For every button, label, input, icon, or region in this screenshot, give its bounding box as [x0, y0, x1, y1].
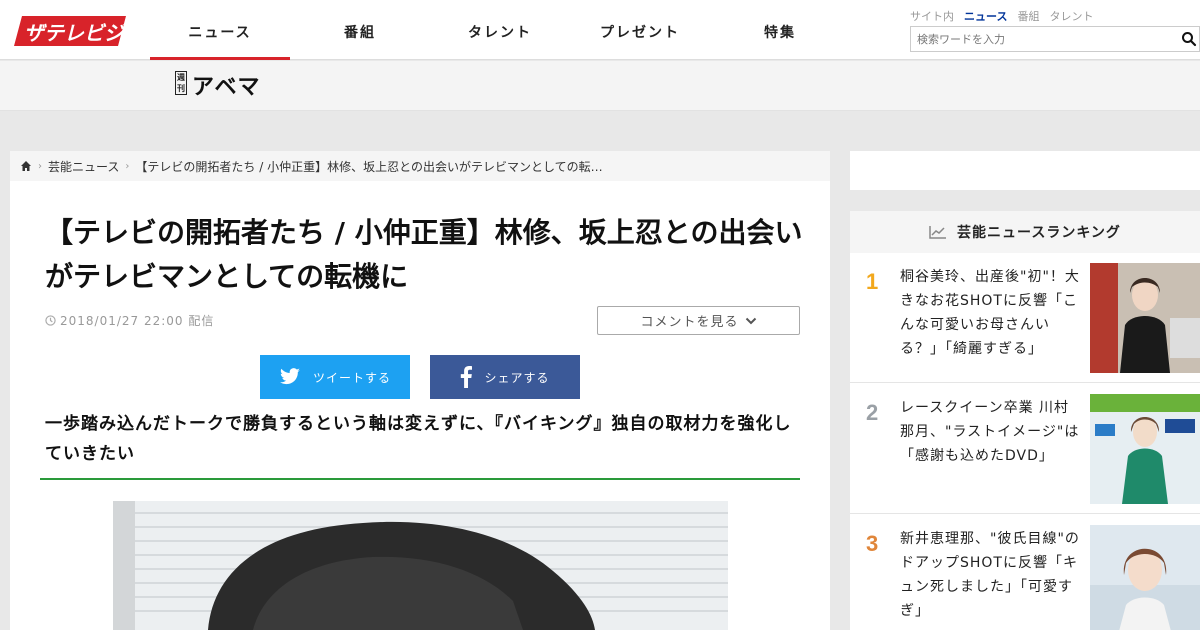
search-scope-tabs: サイト内 ニュース 番組 タレント [910, 8, 1093, 24]
ranking-headline: 新井恵理那、"彼氏目線"のドアップSHOTに反響「キュン死しました」「可愛すぎ」 [900, 531, 1080, 619]
ranking-headline: 桐谷美玲、出産後"初"！大きなお花SHOTに反響「こんな可愛いお母さんいる？」「… [900, 269, 1080, 357]
search-input[interactable] [911, 27, 1171, 51]
ranking-item[interactable]: 2 レースクイーン卒業 川村那月、"ラストイメージ"は「感謝も込めたDVD」 [850, 384, 1200, 514]
feature-banner[interactable]: 週刊 アベマ [0, 61, 1200, 111]
ranking-thumbnail [1090, 394, 1200, 504]
facebook-share-button[interactable]: シェアする [430, 355, 580, 399]
trend-chart-icon [929, 226, 947, 239]
main-nav: ニュース 番組 タレント プレゼント 特集 [150, 0, 850, 60]
chevron-right-icon: › [125, 160, 130, 172]
ad-slot [850, 151, 1200, 190]
view-comments-button[interactable]: コメントを見る [597, 306, 800, 335]
search-icon[interactable] [1181, 31, 1197, 47]
clock-icon [45, 315, 56, 326]
facebook-share-label: シェアする [484, 370, 550, 385]
rank-number: 2 [866, 400, 879, 425]
rank-number: 3 [866, 531, 879, 556]
facebook-f-icon [461, 366, 473, 388]
tweet-button[interactable]: ツイートする [260, 355, 410, 399]
search-tab-programs[interactable]: 番組 [1017, 8, 1039, 24]
banner-title: アベマ [192, 75, 261, 100]
ranking-headline: レースクイーン卒業 川村那月、"ラストイメージ"は「感謝も込めたDVD」 [900, 400, 1080, 464]
chevron-right-icon: › [38, 160, 42, 172]
ranking-item[interactable]: 3 新井恵理那、"彼氏目線"のドアップSHOTに反響「キュン死しました」「可愛す… [850, 515, 1200, 630]
view-comments-label: コメントを見る [640, 315, 739, 330]
nav-item-present[interactable]: プレゼント [570, 0, 710, 60]
rank-number: 1 [866, 269, 879, 294]
tweet-button-label: ツイートする [312, 370, 391, 385]
search-box [910, 26, 1200, 52]
ranking-panel: 芸能ニュースランキング 1 桐谷美玲、出産後"初"！大きなお花SHOTに反響「こ… [850, 211, 1200, 630]
publish-date-text: 2018/01/27 22:00 配信 [60, 314, 215, 328]
nav-item-feature[interactable]: 特集 [710, 0, 850, 60]
breadcrumb-category[interactable]: 芸能ニュース [48, 158, 119, 175]
site-header: ザテレビジョン ニュース 番組 タレント プレゼント 特集 サイト内 ニュース … [0, 0, 1200, 60]
publish-date: 2018/01/27 22:00 配信 [45, 312, 214, 329]
lead-divider [40, 478, 800, 480]
chevron-down-icon [745, 317, 756, 324]
breadcrumb-current: 【テレビの開拓者たち / 小仲正重】林修、坂上忍との出会いがテレビマンとしての転… [135, 159, 603, 174]
nav-item-talent[interactable]: タレント [430, 0, 570, 60]
search-tab-site[interactable]: サイト内 [910, 8, 954, 24]
twitter-bird-icon [280, 368, 300, 385]
nav-item-programs[interactable]: 番組 [290, 0, 430, 60]
ranking-thumbnail [1090, 525, 1200, 630]
ranking-header: 芸能ニュースランキング [850, 211, 1200, 253]
site-logo[interactable]: ザテレビジョン [10, 12, 128, 50]
ranking-title: 芸能ニュースランキング [957, 225, 1121, 241]
breadcrumb: › 芸能ニュース › 【テレビの開拓者たち / 小仲正重】林修、坂上忍との出会い… [10, 151, 830, 181]
home-icon[interactable] [20, 160, 32, 172]
search-tab-news[interactable]: ニュース [964, 8, 1007, 24]
article-lead: 一歩踏み込んだトークで勝負するという軸は変えずに、『バイキング』独自の取材力を強… [45, 414, 792, 464]
article-title: 【テレビの開拓者たち / 小仲正重】林修、坂上忍との出会いがテレビマンとしての転… [45, 216, 803, 293]
weekly-badge: 週刊 [175, 71, 187, 95]
article-card: › 芸能ニュース › 【テレビの開拓者たち / 小仲正重】林修、坂上忍との出会い… [10, 151, 830, 630]
svg-text:ザテレビジョン: ザテレビジョン [24, 21, 128, 45]
ranking-thumbnail [1090, 263, 1200, 373]
ranking-item[interactable]: 1 桐谷美玲、出産後"初"！大きなお花SHOTに反響「こんな可愛いお母さんいる？… [850, 253, 1200, 383]
nav-item-news[interactable]: ニュース [150, 0, 290, 60]
search-tab-talent[interactable]: タレント [1049, 8, 1093, 24]
article-photo [113, 501, 728, 630]
